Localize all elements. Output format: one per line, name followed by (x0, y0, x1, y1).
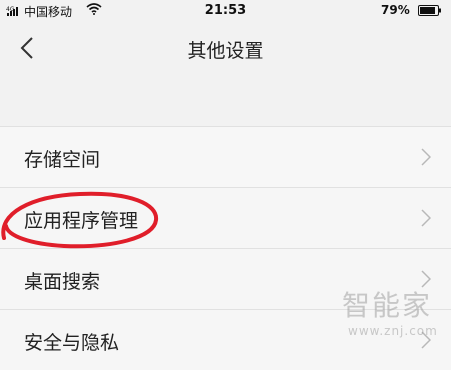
chevron-right-icon (421, 148, 431, 166)
navigation-bar: 其他设置 (0, 22, 451, 72)
settings-list: 存储空间 应用程序管理 桌面搜索 安全与隐私 (0, 126, 451, 370)
settings-item-label: 应用程序管理 (24, 210, 139, 232)
settings-item-label: 桌面搜索 (24, 271, 101, 293)
chevron-right-icon (421, 331, 431, 349)
settings-item-desktop-search[interactable]: 桌面搜索 (0, 248, 451, 309)
battery-icon (418, 5, 441, 16)
page-title: 其他设置 (187, 40, 264, 62)
settings-item-label: 存储空间 (24, 149, 101, 171)
settings-item-security-privacy[interactable]: 安全与隐私 (0, 309, 451, 370)
battery-percent: 79% (381, 3, 410, 17)
chevron-right-icon (421, 270, 431, 288)
chevron-right-icon (421, 209, 431, 227)
settings-item-label: 安全与隐私 (24, 332, 120, 354)
status-bar: 4G 中国移动 21:53 79% (0, 0, 451, 22)
settings-item-storage[interactable]: 存储空间 (0, 126, 451, 187)
settings-item-app-management[interactable]: 应用程序管理 (0, 187, 451, 248)
